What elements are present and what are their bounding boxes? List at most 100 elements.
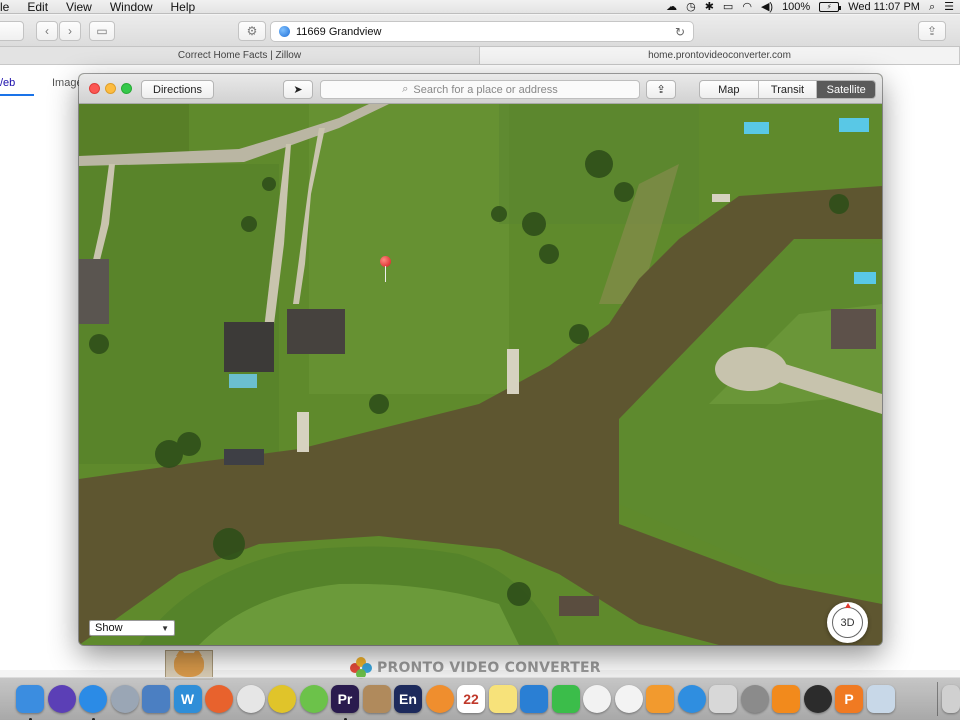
dock-separator [937, 682, 938, 716]
encore-icon[interactable]: En [394, 685, 422, 713]
safari-toolbar: ‹ › ▭ ⚙ 11669 Grandview ↻ ⇪ [0, 15, 960, 47]
compass-label: 3D [840, 616, 855, 629]
address-text: 11669 Grandview [296, 25, 382, 38]
search-tab-underline [0, 94, 34, 96]
chevron-right-icon: › [68, 24, 72, 38]
view-transit-button[interactable]: Transit [759, 81, 818, 98]
satellite-map[interactable]: 3D − + [79, 104, 882, 645]
current-location-button[interactable]: ➤ [283, 80, 313, 99]
view-mode-control: Map Transit Satellite [699, 80, 876, 99]
share-icon: ⇪ [926, 24, 938, 38]
website-settings-button[interactable]: ⚙ [238, 21, 266, 41]
close-button[interactable] [89, 83, 100, 94]
tab-zillow-label: Correct Home Facts | Zillow [177, 50, 302, 61]
address-bar[interactable]: 11669 Grandview ↻ [270, 21, 694, 42]
vlc-cone-icon[interactable] [772, 685, 800, 713]
tab-zillow[interactable]: Correct Home Facts | Zillow [0, 47, 480, 64]
bluetooth-icon[interactable]: ✱ [705, 0, 714, 14]
word-w-icon[interactable]: W [173, 685, 202, 713]
app-store-icon[interactable] [677, 685, 706, 713]
ibooks-icon[interactable] [646, 685, 674, 713]
menu-help[interactable]: Help [161, 0, 204, 14]
pin-stem [385, 266, 386, 282]
cat-image [174, 651, 204, 677]
launchpad-icon[interactable] [110, 685, 139, 713]
cyberduck-icon[interactable] [268, 685, 296, 713]
wifi-icon[interactable]: ◠ [742, 0, 752, 14]
clock[interactable]: Wed 11:07 PM [848, 0, 920, 14]
compass-3d-button[interactable]: 3D [827, 602, 868, 643]
preview-photos-icon[interactable] [866, 685, 895, 713]
menu-view[interactable]: View [56, 0, 100, 14]
premiere-icon[interactable]: Pr [331, 685, 359, 713]
share-icon: ⇪ [656, 84, 666, 96]
directions-label: Directions [153, 83, 202, 96]
contacts-icon[interactable] [362, 685, 391, 713]
spotlight-icon[interactable]: ⌕ [929, 0, 935, 14]
safari-icon[interactable] [79, 685, 107, 713]
forward-button[interactable]: › [59, 21, 81, 41]
back-button[interactable]: ‹ [36, 21, 58, 41]
dreamweaver-icon[interactable] [299, 685, 328, 713]
tab-pronto-label: home.prontovideoconverter.com [648, 50, 791, 61]
share-button[interactable]: ⇪ [918, 21, 946, 41]
mail-stamp-icon[interactable] [142, 685, 170, 713]
facetime-icon[interactable] [551, 685, 580, 713]
compass-north-icon [845, 603, 851, 608]
siri-icon[interactable] [47, 685, 76, 713]
compass-ring: 3D [832, 603, 863, 638]
pronto-logo-icon [350, 657, 372, 679]
sidebar-button[interactable]: ▭ [89, 21, 115, 41]
view-map-button[interactable]: Map [700, 81, 759, 98]
preview-icon[interactable] [709, 685, 737, 713]
firefox-icon[interactable] [205, 685, 233, 713]
tab-pronto[interactable]: home.prontovideoconverter.com [480, 47, 960, 64]
view-satellite-button[interactable]: Satellite [817, 81, 875, 98]
calendar-label: 22 [463, 691, 479, 707]
minimize-button[interactable] [105, 83, 116, 94]
calendar-icon[interactable]: 22 [457, 685, 485, 713]
notification-center-icon[interactable]: ☰ [944, 0, 954, 14]
pronto-watermark-text: PRONTO VIDEO CONVERTER [377, 660, 601, 676]
system-preferences-icon[interactable] [740, 685, 769, 713]
screen-share-icon[interactable] [520, 685, 548, 713]
menu-file[interactable]: le [0, 0, 17, 14]
photos-icon[interactable] [583, 685, 611, 713]
notes-icon[interactable] [488, 685, 517, 713]
show-dropdown[interactable]: Show ▼ [89, 620, 175, 636]
menu-edit[interactable]: Edit [17, 0, 56, 14]
menu-window[interactable]: Window [100, 0, 161, 14]
cloud-icon[interactable]: ☁ [666, 0, 677, 14]
search-tab-web[interactable]: /eb [0, 77, 15, 89]
chevron-left-icon: ‹ [45, 24, 49, 38]
battery-icon[interactable]: ⚡ [819, 1, 842, 12]
pronto-p-icon[interactable]: P [835, 685, 863, 713]
pronto-p-label: P [844, 691, 854, 707]
volume-icon[interactable]: ◀) [761, 0, 773, 14]
location-arrow-icon: ➤ [293, 84, 303, 96]
search-field[interactable]: ⌕ Search for a place or address [320, 80, 640, 99]
premiere-label: Pr [337, 691, 353, 707]
itunes-icon[interactable] [614, 685, 643, 713]
show-dropdown-value: Show [95, 622, 123, 634]
directions-button[interactable]: Directions [141, 80, 214, 99]
app-orange-icon[interactable] [425, 685, 454, 713]
airplay-icon[interactable]: ▭ [723, 0, 733, 14]
trash-icon[interactable] [942, 685, 960, 713]
share-map-button[interactable]: ⇪ [646, 80, 676, 99]
battery-percent[interactable]: 100% [782, 0, 810, 14]
finder-icon[interactable] [16, 685, 44, 713]
search-tab-images[interactable]: Image [52, 77, 83, 89]
menubar: le Edit View Window Help ☁ ◷ ✱ ▭ ◠ ◀) 10… [0, 0, 960, 14]
chrome-icon[interactable] [236, 685, 265, 713]
reload-icon[interactable]: ↻ [675, 25, 685, 39]
sidebar-icon: ▭ [96, 24, 108, 38]
obs-icon[interactable] [803, 685, 832, 713]
word-w-label: W [180, 691, 195, 707]
location-pin-icon[interactable] [380, 256, 392, 286]
search-icon: ⌕ [402, 83, 409, 95]
satellite-imagery [79, 104, 882, 645]
zoom-window-button[interactable] [121, 83, 132, 94]
time-machine-icon[interactable]: ◷ [686, 0, 696, 14]
sidebar-edge[interactable] [0, 21, 24, 41]
